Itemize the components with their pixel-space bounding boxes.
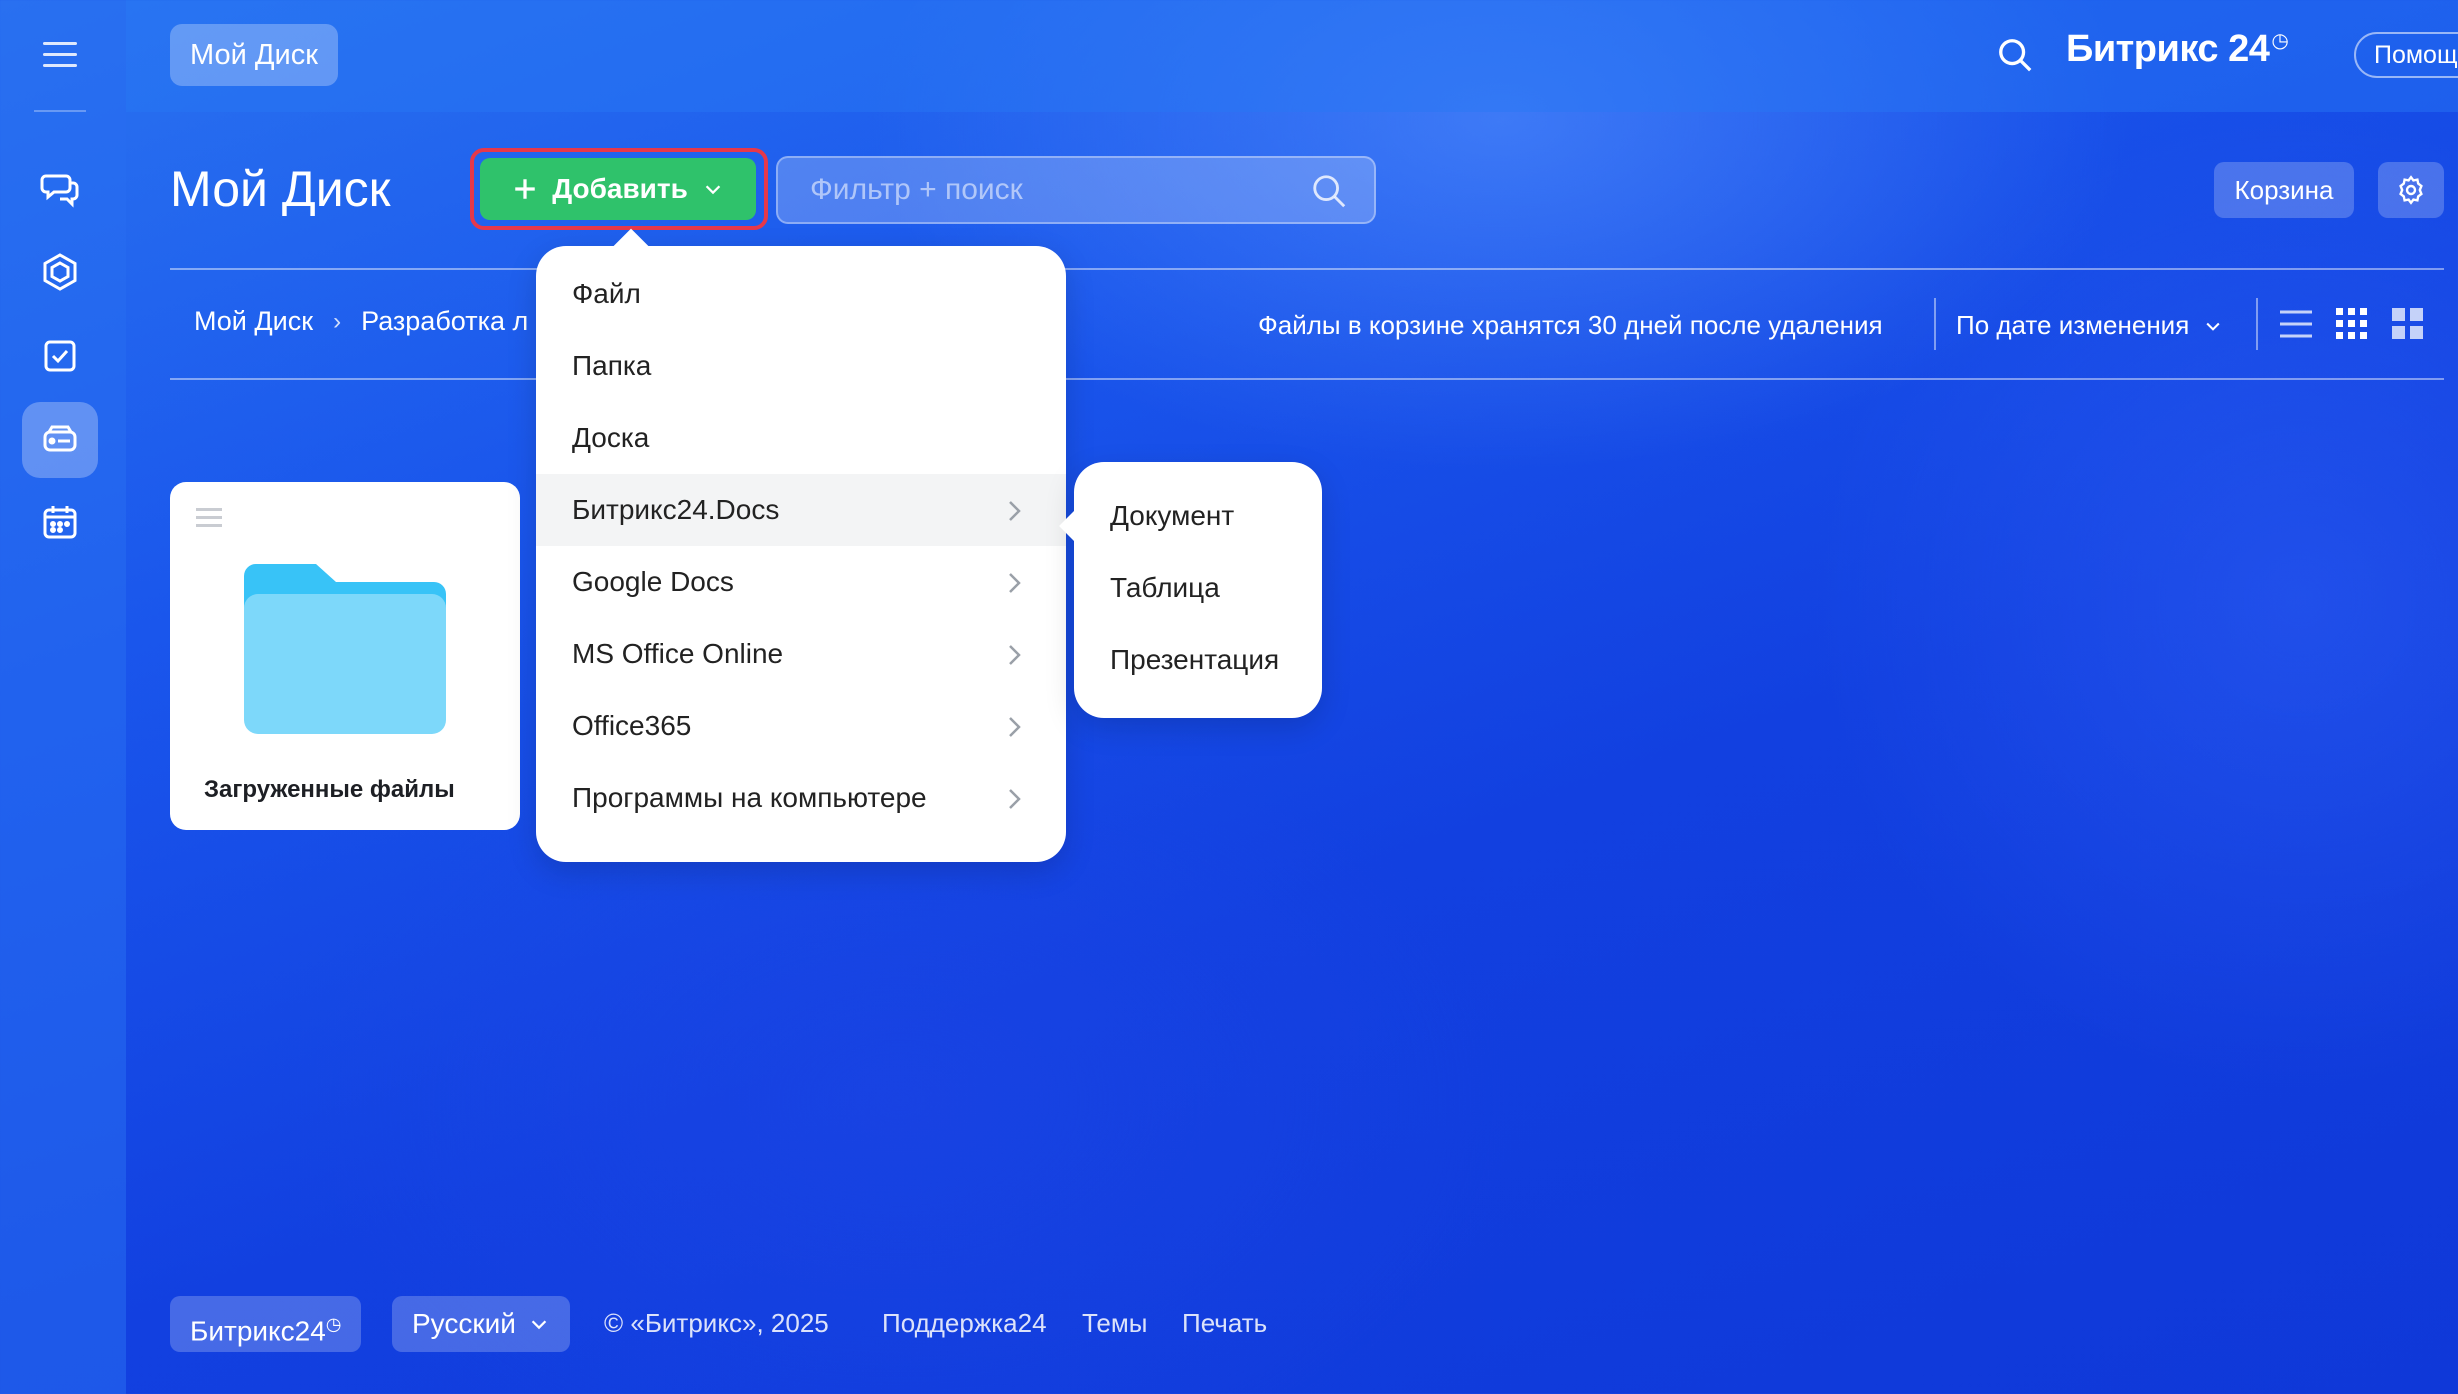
chat-icon[interactable]: [22, 150, 98, 226]
menu-item-folder[interactable]: Папка: [536, 330, 1066, 402]
trash-button[interactable]: Корзина: [2214, 162, 2354, 218]
grid-large-icon[interactable]: [2390, 306, 2426, 342]
rail-divider: [34, 110, 86, 112]
brand-text: Битрикс 24: [2066, 28, 2270, 70]
chevron-right-icon: [1009, 501, 1021, 521]
drag-handle-icon[interactable]: [196, 508, 222, 532]
menu-item-label: Папка: [572, 350, 652, 381]
docs-submenu: Документ Таблица Презентация: [1059, 462, 1322, 718]
menu-item-label: Программы на компьютере: [572, 782, 927, 813]
submenu-item-spreadsheet[interactable]: Таблица: [1110, 572, 1220, 604]
menu-item-label: Google Docs: [572, 566, 734, 597]
folder-card[interactable]: Загруженные файлы: [170, 482, 520, 830]
hexagon-icon[interactable]: [22, 234, 98, 310]
menu-item-label: Битрикс24.Docs: [572, 494, 780, 525]
chevron-down-icon: [531, 1320, 547, 1330]
gear-icon: [2399, 175, 2423, 205]
trash-retention-note: Файлы в корзине хранятся 30 дней после у…: [1258, 310, 1883, 340]
chevron-right-icon: [1009, 573, 1021, 593]
menu-item-office365[interactable]: Office365: [536, 690, 1066, 762]
chevron-right-icon: [1009, 717, 1021, 737]
settings-button[interactable]: [2378, 162, 2444, 218]
copyright: © «Битрикс», 2025: [604, 1308, 829, 1338]
menu-item-ms-office-online[interactable]: MS Office Online: [536, 618, 1066, 690]
menu-item-label: Доска: [572, 422, 650, 453]
chevron-right-icon: ›: [333, 307, 342, 335]
menu-item-desktop-apps[interactable]: Программы на компьютере: [536, 762, 1066, 834]
toolbar-divider: [2256, 298, 2258, 350]
footer-link-print[interactable]: Печать: [1182, 1308, 1267, 1339]
breadcrumb: Мой Диск › Разработка л: [194, 306, 528, 337]
menu-item-label: MS Office Online: [572, 638, 784, 669]
folder-icon: [244, 564, 446, 734]
divider-top: [170, 268, 2444, 270]
add-menu: Файл Папка Доска Битрикс24.Docs Google D…: [536, 228, 1066, 862]
submenu-item-presentation[interactable]: Презентация: [1110, 644, 1279, 676]
footer-link-themes[interactable]: Темы: [1082, 1308, 1147, 1339]
menu-item-label: Файл: [572, 278, 641, 309]
footer-brand-chip[interactable]: Битрикс24◷: [170, 1296, 362, 1352]
chevron-down-icon: [705, 185, 721, 195]
sort-label: По дате изменения: [1956, 310, 2190, 340]
footer-link-support[interactable]: Поддержка24: [882, 1308, 1047, 1339]
plus-icon: [515, 179, 535, 199]
help-button[interactable]: Помощь: [2354, 32, 2458, 78]
menu-item-bitrix24-docs[interactable]: Битрикс24.Docs: [536, 474, 1066, 546]
grid-small-icon[interactable]: [2334, 306, 2370, 342]
brand-logo[interactable]: Битрикс 24 ◷: [2066, 28, 2289, 71]
menu-item-board[interactable]: Доска: [536, 402, 1066, 474]
top-crumb-chip[interactable]: Мой Диск: [170, 24, 338, 86]
footer-brand-text: Битрикс24: [190, 1315, 326, 1347]
chevron-right-icon: [1009, 789, 1021, 809]
drive-icon[interactable]: [22, 402, 98, 478]
folder-name: Загруженные файлы: [204, 776, 455, 803]
breadcrumb-item[interactable]: Разработка л: [361, 306, 528, 337]
add-button[interactable]: Добавить: [480, 158, 756, 220]
clock-icon: ◷: [325, 1314, 342, 1334]
clock-icon: ◷: [2271, 30, 2289, 53]
menu-item-file[interactable]: Файл: [536, 258, 1066, 330]
breadcrumb-item[interactable]: Мой Диск: [194, 306, 313, 337]
tasks-icon[interactable]: [22, 318, 98, 394]
divider-bottom: [170, 378, 2444, 380]
language-label: Русский: [412, 1308, 516, 1339]
search-icon[interactable]: [1310, 172, 1348, 210]
chevron-right-icon: [1009, 645, 1021, 665]
menu-icon[interactable]: [43, 42, 77, 68]
left-rail: [0, 0, 126, 1394]
chevron-down-icon: [2206, 322, 2220, 331]
calendar-icon[interactable]: [22, 484, 98, 560]
menu-item-google-docs[interactable]: Google Docs: [536, 546, 1066, 618]
add-button-label: Добавить: [552, 173, 688, 204]
list-view-icon[interactable]: [2278, 306, 2314, 342]
search-input[interactable]: Фильтр + поиск: [776, 156, 1376, 224]
menu-item-label: Office365: [572, 710, 692, 741]
page-title: Мой Диск: [170, 161, 391, 217]
language-select[interactable]: Русский: [392, 1296, 570, 1352]
search-icon[interactable]: [1996, 36, 2034, 74]
search-placeholder: Фильтр + поиск: [810, 173, 1023, 206]
sort-select[interactable]: По дате изменения: [1956, 310, 2223, 341]
submenu-item-document[interactable]: Документ: [1110, 500, 1234, 532]
toolbar-divider: [1934, 298, 1936, 350]
